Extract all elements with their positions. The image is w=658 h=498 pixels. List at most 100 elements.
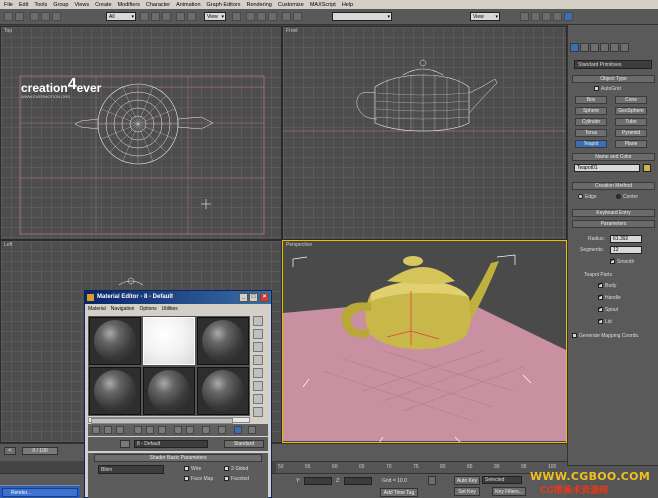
- select-by-name-icon[interactable]: [151, 12, 160, 21]
- y-coord-field[interactable]: [304, 477, 332, 485]
- make-unique-icon[interactable]: [158, 426, 166, 434]
- render-setup-icon[interactable]: [531, 12, 540, 21]
- angle-snap-icon[interactable]: [257, 12, 266, 21]
- link-icon[interactable]: [30, 12, 39, 21]
- taskbar-render-item[interactable]: Render...: [2, 488, 78, 497]
- select-by-material-icon[interactable]: [253, 407, 263, 417]
- menu-item[interactable]: Group: [53, 2, 68, 8]
- face-map-check-icon[interactable]: [184, 476, 189, 482]
- menu-item[interactable]: Tools: [34, 2, 47, 8]
- backlight-icon[interactable]: [253, 329, 263, 339]
- primitive-button-torus[interactable]: Torus: [575, 129, 607, 137]
- wire-check-icon[interactable]: [184, 466, 189, 472]
- close-button[interactable]: ×: [260, 293, 269, 302]
- material-editor-menu-item[interactable]: Material: [88, 306, 106, 312]
- name-color-rollout[interactable]: Name and Color: [572, 153, 655, 161]
- prev-frame-icon[interactable]: <: [4, 447, 16, 455]
- material-id-icon[interactable]: [186, 426, 194, 434]
- primitive-button-cone[interactable]: Cone: [615, 96, 647, 104]
- shader-basic-parameters-header[interactable]: Shader Basic Parameters: [94, 454, 262, 462]
- rotate-icon[interactable]: [187, 12, 196, 21]
- material-name-field[interactable]: 8 - Default: [134, 440, 208, 448]
- select-object-icon[interactable]: [140, 12, 149, 21]
- object-name-field[interactable]: Teapot01: [574, 164, 640, 172]
- go-forward-sibling-icon[interactable]: [248, 426, 256, 434]
- utilities-tab-icon[interactable]: [620, 43, 629, 52]
- primitive-category-dropdown[interactable]: Standard Primitives: [574, 60, 652, 69]
- menu-item[interactable]: Character: [146, 2, 170, 8]
- two-sided-checkbox[interactable]: 2-Sided: [224, 466, 248, 472]
- faceted-check-icon[interactable]: [224, 476, 229, 482]
- primitive-button-box[interactable]: Box: [575, 96, 607, 104]
- mirror-icon[interactable]: [282, 12, 291, 21]
- primitive-button-cylinder[interactable]: Cylinder: [575, 118, 607, 126]
- radius-field[interactable]: 61.392: [610, 235, 642, 243]
- gen-mapping-checkbox[interactable]: Generate Mapping Coords.: [572, 333, 639, 339]
- auto-key-button[interactable]: Auto Key: [454, 476, 480, 485]
- gen-mapping-check-icon[interactable]: [572, 333, 577, 339]
- add-time-tag-button[interactable]: Add Time Tag: [380, 488, 418, 497]
- percent-snap-icon[interactable]: [268, 12, 277, 21]
- put-to-scene-icon[interactable]: [104, 426, 112, 434]
- menu-item[interactable]: Rendering: [246, 2, 271, 8]
- primitive-button-geosphere[interactable]: GeoSphere: [615, 107, 647, 115]
- part-checkbox-spout[interactable]: Spout: [598, 305, 618, 313]
- shader-type-dropdown[interactable]: Blinn: [98, 465, 164, 474]
- menu-item[interactable]: Customize: [278, 2, 304, 8]
- modify-tab-icon[interactable]: [580, 43, 589, 52]
- sample-type-icon[interactable]: [253, 316, 263, 326]
- options-icon[interactable]: [253, 394, 263, 404]
- sample-slot[interactable]: [89, 367, 141, 415]
- part-check-icon[interactable]: [598, 293, 603, 301]
- undo-icon[interactable]: [4, 12, 13, 21]
- move-icon[interactable]: [176, 12, 185, 21]
- primitive-button-teapot[interactable]: Teapot: [575, 140, 607, 148]
- material-editor-titlebar[interactable]: Material Editor - 8 - Default _ □ ×: [85, 291, 271, 304]
- material-type-button[interactable]: Standard: [224, 440, 264, 448]
- hierarchy-tab-icon[interactable]: [590, 43, 599, 52]
- center-radio[interactable]: Center: [616, 194, 638, 200]
- menu-item[interactable]: Help: [342, 2, 353, 8]
- sample-slot[interactable]: [143, 367, 195, 415]
- selection-filter-dropdown[interactable]: All: [106, 12, 136, 21]
- viewport-label-top[interactable]: Top: [4, 28, 12, 34]
- smooth-check-icon[interactable]: [610, 257, 615, 265]
- sample-slots-scrollbar[interactable]: [88, 417, 250, 424]
- part-check-icon[interactable]: [598, 317, 603, 325]
- part-checkbox-handle[interactable]: Handle: [598, 293, 621, 301]
- key-mode-dropdown[interactable]: Selected: [482, 476, 522, 484]
- parameters-rollout[interactable]: Parameters: [572, 220, 655, 228]
- time-slider[interactable]: 0 / 100: [22, 447, 58, 455]
- put-to-library-icon[interactable]: [174, 426, 182, 434]
- make-preview-icon[interactable]: [253, 381, 263, 391]
- viewport-perspective[interactable]: Perspective: [282, 240, 567, 443]
- select-region-icon[interactable]: [162, 12, 171, 21]
- set-key-button[interactable]: Set Key: [454, 487, 480, 496]
- menu-item[interactable]: Animation: [176, 2, 200, 8]
- sample-slot[interactable]: [197, 367, 249, 415]
- wire-checkbox[interactable]: Wire: [184, 466, 201, 472]
- faceted-checkbox[interactable]: Faceted: [224, 476, 249, 482]
- redo-icon[interactable]: [15, 12, 24, 21]
- menu-item[interactable]: Graph Editors: [207, 2, 241, 8]
- autogrid-check-icon[interactable]: [594, 86, 599, 92]
- face-map-checkbox[interactable]: Face Map: [184, 476, 213, 482]
- show-end-result-icon[interactable]: [218, 426, 226, 434]
- assign-to-selection-icon[interactable]: [116, 426, 124, 434]
- z-coord-field[interactable]: [344, 477, 372, 485]
- unlink-icon[interactable]: [41, 12, 50, 21]
- viewport-label-front[interactable]: Front: [286, 28, 298, 34]
- part-checkbox-lid[interactable]: Lid: [598, 317, 612, 325]
- part-check-icon[interactable]: [598, 281, 603, 289]
- menu-item[interactable]: Edit: [19, 2, 28, 8]
- key-filters-button[interactable]: Key Filters...: [492, 487, 526, 496]
- primitive-button-plane[interactable]: Plane: [615, 140, 647, 148]
- make-copy-icon[interactable]: [146, 426, 154, 434]
- motion-tab-icon[interactable]: [600, 43, 609, 52]
- edge-radio[interactable]: Edge: [578, 194, 597, 200]
- sample-slot[interactable]: [89, 317, 141, 365]
- align-icon[interactable]: [293, 12, 302, 21]
- snap-icon[interactable]: [246, 12, 255, 21]
- lock-icon[interactable]: [428, 476, 436, 485]
- minimize-button[interactable]: _: [239, 293, 248, 302]
